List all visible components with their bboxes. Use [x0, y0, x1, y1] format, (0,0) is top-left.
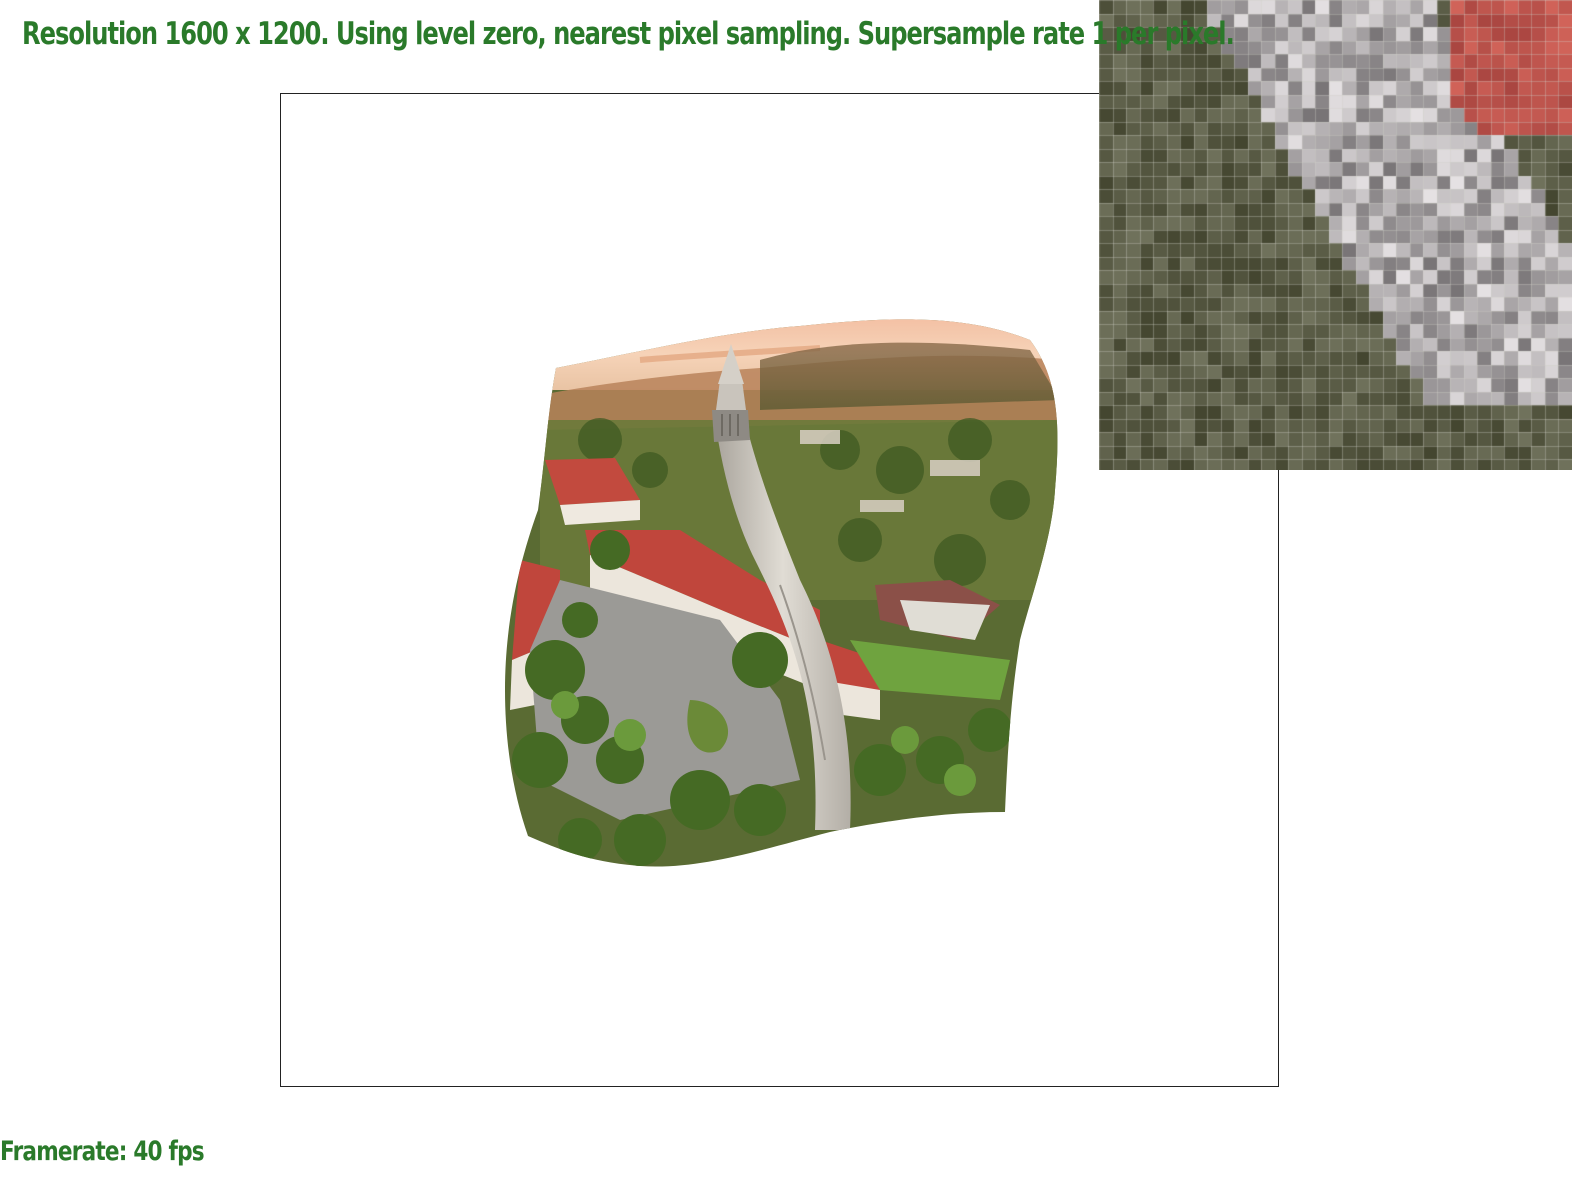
- pixel-zoom-inset-icon: [1099, 0, 1572, 470]
- pixel-zoom-inset: [1099, 0, 1572, 470]
- framerate-status-text: Framerate: 40 fps: [0, 1136, 205, 1167]
- resolution-status-text: Resolution 1600 x 1200. Using level zero…: [22, 16, 1235, 52]
- renderer-viewport[interactable]: Resolution 1600 x 1200. Using level zero…: [0, 0, 1572, 1182]
